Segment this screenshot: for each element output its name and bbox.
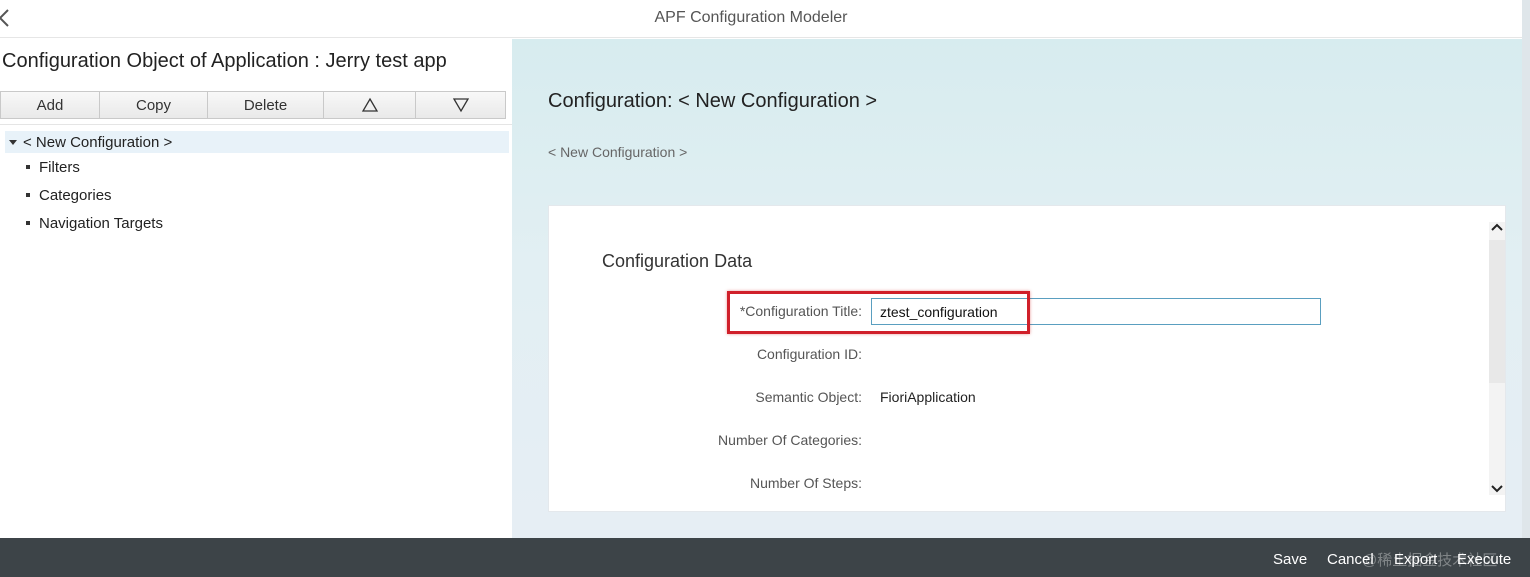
window-edge	[1522, 0, 1530, 538]
move-up-button[interactable]	[323, 91, 416, 119]
configuration-title-input[interactable]	[871, 298, 1321, 325]
configuration-tree: < New Configuration > Filters Categories…	[0, 124, 512, 237]
number-of-categories-label: Number Of Categories:	[718, 432, 862, 448]
scroll-up-button[interactable]	[1490, 220, 1504, 234]
tree-item-label: Filters	[39, 158, 80, 176]
tree-item-label: < New Configuration >	[23, 133, 173, 151]
configuration-form: Configuration Data *Configuration Title:…	[548, 205, 1506, 512]
breadcrumb[interactable]: < New Configuration >	[548, 144, 687, 160]
cancel-button[interactable]: Cancel	[1327, 551, 1374, 568]
chevron-down-icon	[1491, 485, 1503, 493]
configuration-heading: Configuration: < New Configuration >	[548, 90, 878, 112]
detail-panel: Configuration: < New Configuration > < N…	[512, 39, 1522, 538]
chevron-up-icon	[1491, 223, 1503, 231]
scroll-down-button[interactable]	[1490, 482, 1504, 496]
page-title: Configuration Object of Application : Je…	[2, 50, 447, 72]
semantic-object-label: Semantic Object:	[755, 389, 862, 405]
tree-item-categories[interactable]: Categories	[0, 181, 512, 209]
number-of-steps-label: Number Of Steps:	[749, 475, 862, 491]
scrollbar-thumb[interactable]	[1489, 240, 1505, 383]
section-title: Configuration Data	[602, 251, 753, 271]
shell-header: APF Configuration Modeler	[0, 0, 1522, 38]
bullet-icon	[26, 165, 30, 169]
left-panel: Configuration Object of Application : Je…	[0, 39, 512, 538]
copy-button[interactable]: Copy	[99, 91, 208, 119]
delete-button[interactable]: Delete	[207, 91, 324, 119]
move-down-button[interactable]	[415, 91, 506, 119]
tree-item-filters[interactable]: Filters	[0, 153, 512, 181]
tree-item-navigation-targets[interactable]: Navigation Targets	[0, 209, 512, 237]
bullet-icon	[26, 221, 30, 225]
tree-item-label: Navigation Targets	[39, 214, 163, 232]
app-title: APF Configuration Modeler	[654, 9, 848, 26]
add-button[interactable]: Add	[0, 91, 100, 119]
tree-item-new-configuration[interactable]: < New Configuration >	[5, 131, 509, 153]
tree-item-label: Categories	[39, 186, 112, 204]
save-button[interactable]: Save	[1273, 551, 1307, 568]
tree-toolbar: Add Copy Delete	[0, 91, 508, 119]
triangle-up-icon	[361, 97, 378, 112]
footer-bar: Save Cancel Export Execute @稀土掘金技术社区	[0, 538, 1530, 577]
configuration-title-label: *Configuration Title:	[739, 303, 862, 319]
semantic-object-value: FioriApplication	[880, 389, 976, 405]
bullet-icon	[26, 193, 30, 197]
configuration-id-label: Configuration ID:	[756, 346, 862, 362]
execute-button[interactable]: Execute	[1457, 551, 1511, 568]
caret-down-icon[interactable]	[7, 136, 19, 148]
triangle-down-icon	[452, 98, 469, 113]
export-button[interactable]: Export	[1394, 551, 1437, 568]
